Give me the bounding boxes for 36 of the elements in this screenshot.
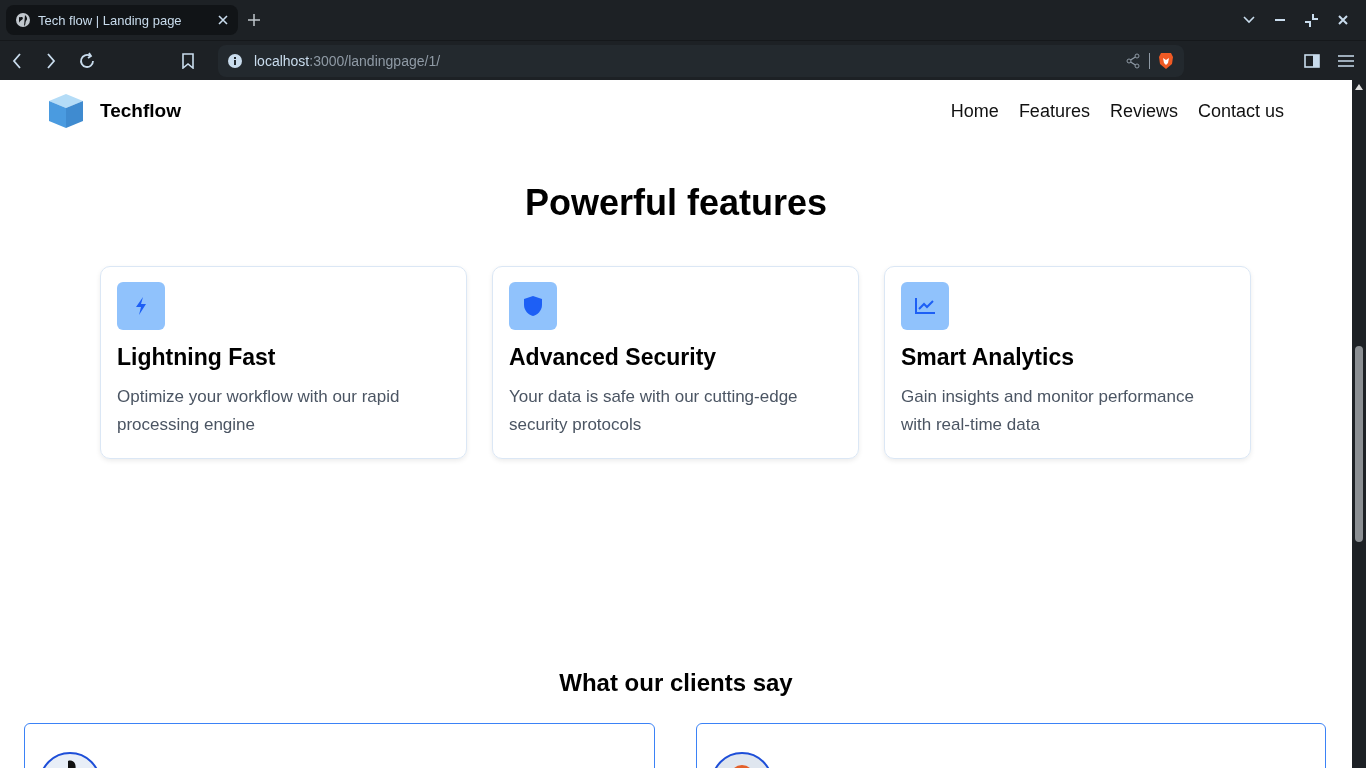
card-text: Your data is safe with our cutting-edge security protocols <box>509 386 799 436</box>
lion-shield-icon[interactable] <box>1158 51 1174 70</box>
card-text: Optimize your workflow with our rapid processing engine <box>117 386 401 436</box>
address-bar[interactable]: localhost:3000/landingpage/1/ <box>218 44 1184 77</box>
brand-name: Techflow <box>100 100 181 122</box>
nav-link[interactable]: Home <box>950 100 999 122</box>
restore-icon[interactable] <box>1305 13 1318 27</box>
sidebar-icon[interactable] <box>1304 53 1320 68</box>
section-heading: Powerful features <box>523 182 829 224</box>
card-title: Smart Analytics <box>901 344 1075 371</box>
section-heading: What our clients say <box>558 669 794 697</box>
menu-icon[interactable] <box>1338 53 1354 68</box>
info-icon <box>228 53 242 68</box>
cube-logo-icon <box>48 93 84 129</box>
new-tab-icon[interactable] <box>248 14 260 26</box>
shield-icon <box>523 295 543 317</box>
lightning-icon <box>133 296 149 316</box>
share-icon[interactable] <box>1125 52 1141 69</box>
scroll-up-icon[interactable] <box>1355 84 1363 90</box>
chevron-down-icon[interactable] <box>1243 16 1255 24</box>
forward-icon[interactable] <box>46 52 56 69</box>
nav-link[interactable]: Reviews <box>1109 100 1178 122</box>
card-text: Gain insights and monitor performance with real-time data <box>901 386 1195 436</box>
card-title: Advanced Security <box>509 344 718 371</box>
close-icon[interactable] <box>1338 15 1348 25</box>
line-chart-icon <box>914 297 936 315</box>
browser-tab[interactable]: Tech flow | Landing page <box>6 5 238 35</box>
bookmark-icon[interactable] <box>182 52 194 69</box>
nav-link[interactable]: Contact us <box>1197 100 1284 122</box>
close-icon[interactable] <box>218 15 228 25</box>
scroll-thumb[interactable] <box>1355 346 1363 542</box>
scrollbar[interactable] <box>1352 80 1366 768</box>
reload-icon[interactable] <box>78 51 96 70</box>
back-icon[interactable] <box>12 52 22 69</box>
card-title: Lightning Fast <box>117 344 277 371</box>
nav-link[interactable]: Features <box>1018 100 1090 122</box>
